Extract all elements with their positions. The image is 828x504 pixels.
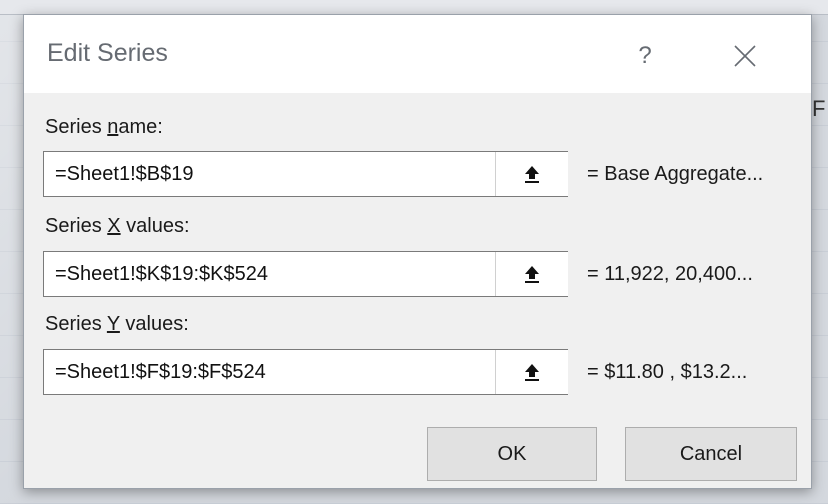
collapse-dialog-icon (525, 266, 539, 283)
background-column-edge: F (812, 96, 826, 121)
dialog-title: Edit Series (47, 39, 168, 67)
series-y-input[interactable] (44, 350, 490, 394)
series-x-label: Series X values: (45, 215, 190, 237)
series-name-preview: = Base Aggregate... (587, 163, 764, 185)
series-y-field (43, 349, 568, 395)
series-x-preview: = 11,922, 20,400... (587, 263, 753, 285)
series-x-input[interactable] (44, 252, 490, 296)
series-y-label: Series Y values: (45, 313, 189, 335)
cancel-button[interactable]: Cancel (625, 427, 797, 481)
collapse-dialog-icon (525, 364, 539, 381)
dialog-titlebar: Edit Series ? (24, 15, 811, 93)
close-icon (734, 45, 756, 67)
close-button[interactable] (700, 29, 790, 83)
series-y-preview: = $11.80 , $13.2... (587, 361, 748, 383)
help-icon: ? (638, 42, 652, 69)
series-x-field (43, 251, 568, 297)
series-name-field (43, 151, 568, 197)
series-name-label: Series name: (45, 116, 163, 138)
series-x-collapse-button[interactable] (495, 252, 568, 296)
ok-button[interactable]: OK (427, 427, 597, 481)
collapse-dialog-icon (525, 166, 539, 183)
help-button[interactable]: ? (614, 29, 676, 83)
series-y-collapse-button[interactable] (495, 350, 568, 394)
edit-series-dialog: Edit Series ? Series name: = Base Aggreg… (23, 14, 812, 489)
spreadsheet-header-strip (0, 0, 828, 15)
series-name-collapse-button[interactable] (495, 152, 568, 196)
series-name-input[interactable] (44, 152, 490, 196)
